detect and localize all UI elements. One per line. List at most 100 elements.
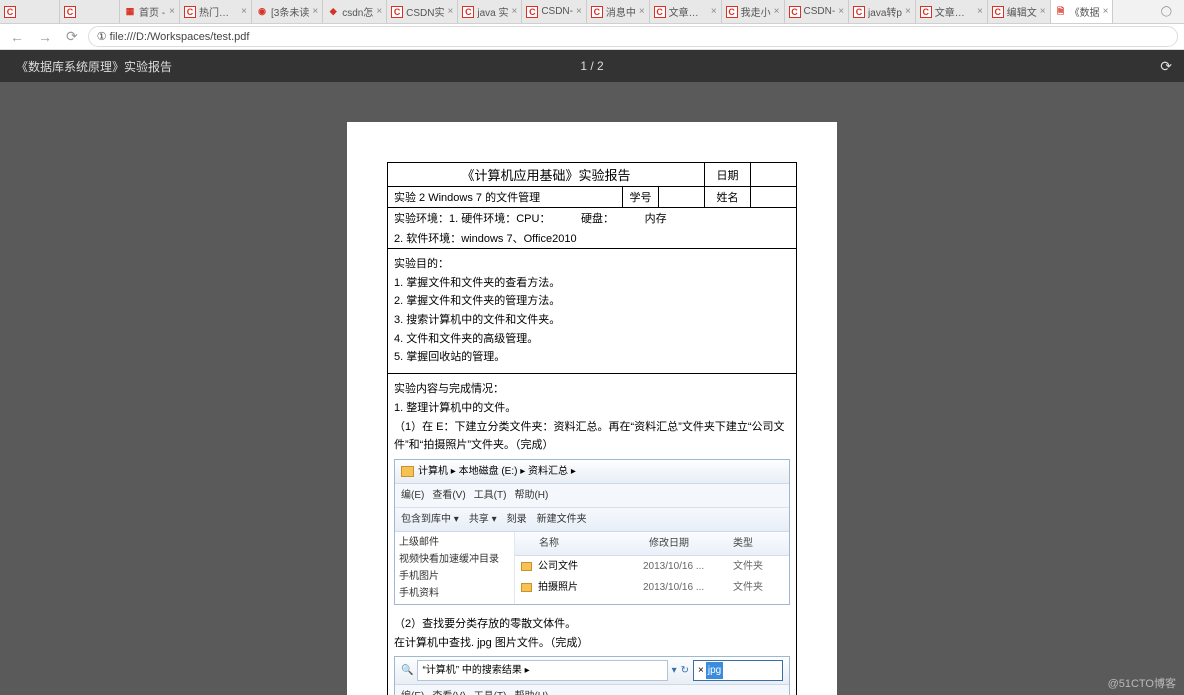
tab-9[interactable]: C消息中× [587, 0, 650, 23]
purpose-4: 4. 文件和文件夹的高级管理。 [394, 330, 790, 349]
favicon-c-icon: C [526, 6, 538, 18]
pdf-viewport[interactable]: 《计算机应用基础》实验报告日期 实验 2 Windows 7 的文件管理学号姓名… [0, 82, 1184, 695]
close-icon[interactable]: × [905, 6, 911, 17]
favicon-icon: ◆ [327, 6, 339, 18]
url-input[interactable]: ① file:///D:/Workspaces/test.pdf [88, 26, 1178, 47]
explorer-screenshot-1: 计算机 ▸ 本地磁盘 (E:) ▸ 资料汇总 ▸ 编(E) 查看(V) 工具(T… [394, 459, 790, 605]
favicon-c-icon: C [591, 6, 603, 18]
col-name: 名称 [521, 535, 649, 552]
tool-include: 包含到库中 ▾ [401, 511, 459, 528]
name-label: 姓名 [705, 187, 751, 208]
purpose-3: 3. 搜索计算机中的文件和文件夹。 [394, 311, 790, 330]
tab-10[interactable]: C文章管理× [650, 0, 722, 23]
tab-11[interactable]: C我走小× [722, 0, 785, 23]
folder-icon [521, 583, 532, 592]
favicon-icon: ▦ [124, 6, 136, 18]
close-icon[interactable]: × [312, 6, 318, 17]
close-icon[interactable]: × [576, 6, 582, 17]
tab-16[interactable]: 🗎《数据× [1051, 0, 1114, 23]
tab-14[interactable]: C文章管理× [916, 0, 988, 23]
search-icon: 🔍 [401, 662, 413, 679]
pdf-rotate-icon[interactable]: ⟳ [1160, 58, 1172, 75]
menu-tools: 工具(T) [474, 688, 507, 695]
favicon-c-icon: C [920, 6, 932, 18]
content-2: （2）查找要分类存放的零散文体件。 [394, 615, 790, 634]
folder-icon [521, 562, 532, 571]
nav-item: 手机资料 [399, 585, 510, 602]
nav-item: 视频快看加速缓冲目录 [399, 551, 510, 568]
content-1: 1. 整理计算机中的文件。 [394, 399, 790, 418]
tab-3[interactable]: C热门参考× [180, 0, 252, 23]
address-bar: ← → ⟳ ① file:///D:/Workspaces/test.pdf [0, 24, 1184, 50]
tab-13[interactable]: Cjava转p× [849, 0, 916, 23]
favicon-c-icon: C [992, 6, 1004, 18]
env-mem: 内存 [645, 213, 667, 225]
tab-0[interactable]: C [0, 0, 60, 23]
close-icon[interactable]: × [977, 6, 983, 17]
tab-1[interactable]: C [60, 0, 120, 23]
pdf-page-indicator: 1 / 2 [580, 59, 603, 73]
tool-newfolder: 新建文件夹 [537, 511, 587, 528]
tool-burn: 刻录 [507, 511, 527, 528]
close-icon[interactable]: × [838, 6, 844, 17]
student-id-label: 学号 [623, 187, 659, 208]
menu-view: 查看(V) [432, 487, 465, 504]
favicon-c-icon: C [462, 6, 474, 18]
close-icon[interactable]: × [241, 6, 247, 17]
close-icon[interactable]: × [711, 6, 717, 17]
reload-button[interactable]: ⟳ [62, 28, 82, 45]
explorer-navpane: 上级邮件 视频快看加速缓冲目录 手机图片 手机资料 [395, 532, 515, 604]
pdf-page: 《计算机应用基础》实验报告日期 实验 2 Windows 7 的文件管理学号姓名… [347, 122, 837, 695]
watermark: @51CTO博客 [1108, 675, 1176, 691]
favicon-c-icon: C [4, 6, 16, 18]
tab-8[interactable]: CCSDN-× [522, 0, 587, 23]
favicon-c-icon: C [726, 6, 738, 18]
forward-button[interactable]: → [34, 29, 56, 45]
favicon-c-icon: C [64, 6, 76, 18]
explorer-menubar: 编(E) 查看(V) 工具(T) 帮助(H) [395, 484, 789, 508]
favicon-c-icon: C [789, 6, 801, 18]
favicon-c-icon: C [853, 6, 865, 18]
browser-tabstrip: C C ▦首页 -× C热门参考× ◉[3条未读× ◆csdn怎× CCSDN实… [0, 0, 1184, 24]
favicon-c-icon: C [184, 6, 196, 18]
close-icon[interactable]: × [774, 6, 780, 17]
purpose-5: 5. 掌握回收站的管理。 [394, 348, 790, 367]
tab-7[interactable]: Cjava 实× [458, 0, 522, 23]
close-icon[interactable]: × [639, 6, 645, 17]
url-text: ① file:///D:/Workspaces/test.pdf [97, 30, 250, 43]
explorer-toolbar: 包含到库中 ▾ 共享 ▾ 刻录 新建文件夹 [395, 508, 789, 532]
explorer-breadcrumb: 🔍 “计算机” 中的搜索结果 ▸ ▾↻ ×jpg [395, 657, 789, 685]
tab-15[interactable]: C编辑文× [988, 0, 1051, 23]
tab-4[interactable]: ◉[3条未读× [252, 0, 323, 23]
close-icon[interactable]: × [376, 6, 382, 17]
tab-6[interactable]: CCSDN实× [387, 0, 458, 23]
favicon-c-icon: C [391, 6, 403, 18]
env-hw: 实验环境：1. 硬件环境：CPU： [394, 213, 550, 225]
pdf-document-title: 《数据库系统原理》实验报告 [0, 58, 172, 75]
report-header-table: 《计算机应用基础》实验报告日期 实验 2 Windows 7 的文件管理学号姓名… [387, 162, 797, 695]
report-title: 《计算机应用基础》实验报告 [388, 163, 705, 187]
nav-item: 手机图片 [399, 568, 510, 585]
col-type: 类型 [733, 535, 783, 552]
tab-2[interactable]: ▦首页 -× [120, 0, 180, 23]
content-2a: 在计算机中查找. jpg 图片文件。（完成） [394, 634, 790, 653]
pdf-icon: 🗎 [1055, 6, 1067, 18]
menu-edit: 编(E) [401, 688, 424, 695]
menu-help: 帮助(H) [514, 688, 548, 695]
tab-12[interactable]: CCSDN-× [785, 0, 850, 23]
close-icon[interactable]: × [448, 6, 454, 17]
close-icon[interactable]: × [1040, 6, 1046, 17]
favicon-c-icon: C [654, 6, 666, 18]
back-button[interactable]: ← [6, 29, 28, 45]
file-row: 拍摄照片2013/10/16 ...文件夹 [515, 577, 789, 598]
purpose-1: 1. 掌握文件和文件夹的查看方法。 [394, 274, 790, 293]
close-icon[interactable]: × [1103, 6, 1109, 17]
close-icon[interactable]: × [169, 6, 175, 17]
tab-5[interactable]: ◆csdn怎× [323, 0, 387, 23]
env-sw: 2. 软件环境：windows 7、Office2010 [388, 228, 797, 249]
purpose-2: 2. 掌握文件和文件夹的管理方法。 [394, 292, 790, 311]
user-icon[interactable]: ◯ [1161, 6, 1172, 17]
tool-share: 共享 ▾ [469, 511, 497, 528]
close-icon[interactable]: × [511, 6, 517, 17]
col-date: 修改日期 [649, 535, 733, 552]
